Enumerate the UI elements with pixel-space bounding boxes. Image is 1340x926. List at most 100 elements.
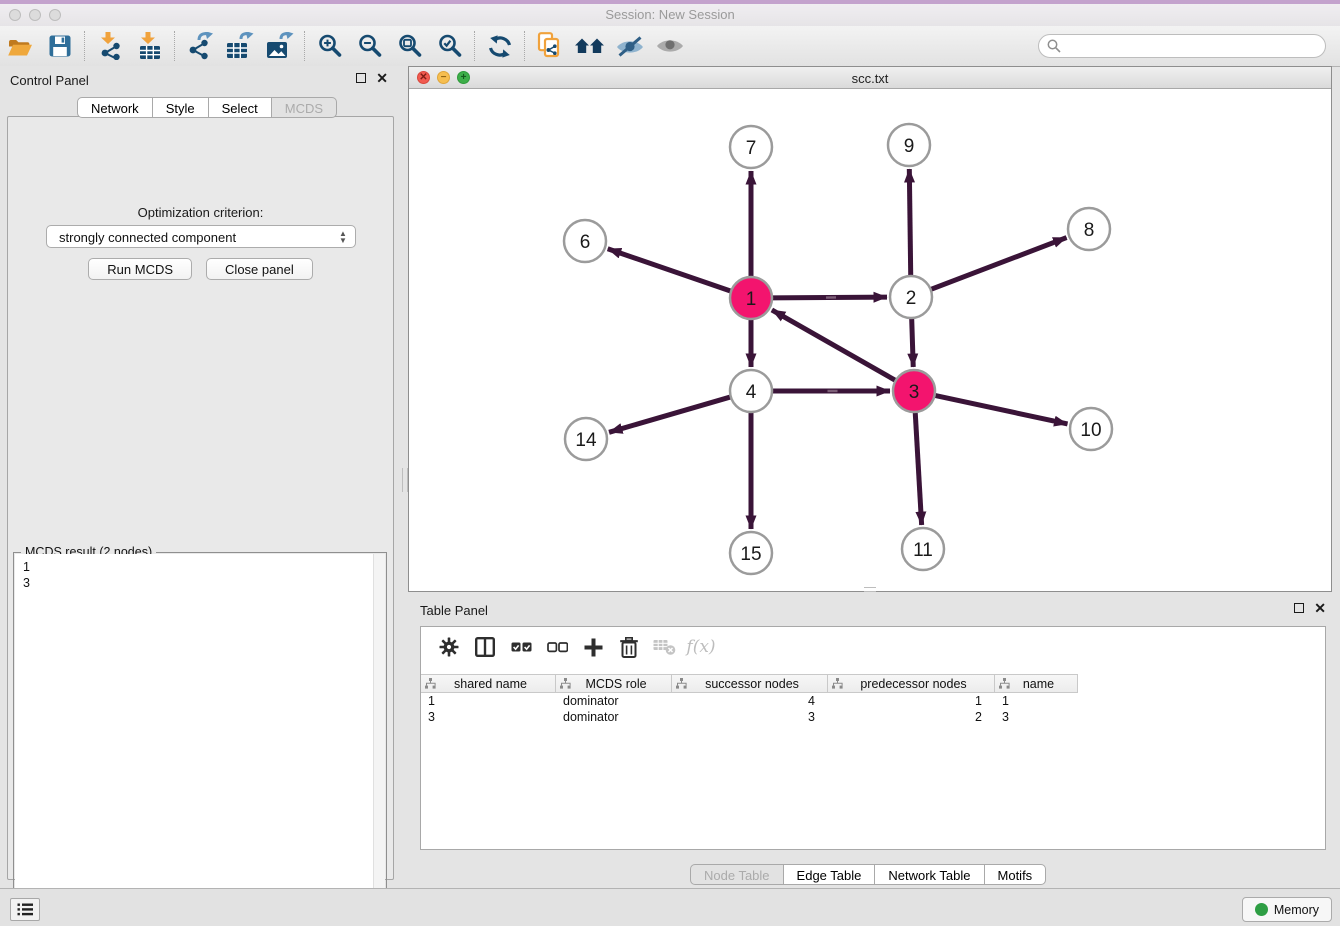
export-image-icon	[266, 32, 294, 60]
column-header-successor-nodes[interactable]: successor nodes	[672, 674, 828, 693]
mcds-result-list[interactable]: 13	[15, 554, 385, 921]
table-cell[interactable]: 1	[995, 693, 1078, 709]
tab-motifs[interactable]: Motifs	[984, 864, 1047, 885]
node-9[interactable]: 9	[888, 124, 930, 166]
toolbar-separator	[474, 31, 476, 61]
node-label: 7	[746, 138, 757, 159]
import-table-button[interactable]	[130, 28, 170, 64]
edge-1-6[interactable]	[608, 249, 733, 292]
memory-status-icon	[1255, 903, 1268, 916]
table-row[interactable]: 3dominator323	[421, 709, 1078, 725]
node-7[interactable]: 7	[730, 126, 772, 168]
table-cell[interactable]: 1	[421, 693, 556, 709]
node-15[interactable]: 15	[730, 532, 772, 574]
create-column-button[interactable]	[575, 630, 611, 664]
edge-3-10[interactable]	[933, 395, 1068, 424]
node-6[interactable]: 6	[564, 220, 606, 262]
criterion-dropdown[interactable]: strongly connected component ▲▼	[46, 225, 356, 248]
delete-table-button[interactable]	[647, 630, 683, 664]
table-cell[interactable]: 3	[421, 709, 556, 725]
edge-2-3[interactable]	[912, 316, 914, 367]
close-table-panel-icon[interactable]: ✕	[1314, 603, 1326, 613]
export-table-button[interactable]	[220, 28, 260, 64]
network-resize-handle[interactable]	[864, 587, 876, 592]
table-settings-button[interactable]	[431, 630, 467, 664]
node-3[interactable]: 3	[893, 370, 935, 412]
table-cell[interactable]: 1	[828, 693, 995, 709]
zoom-out-button[interactable]	[350, 28, 390, 64]
edge-3-1[interactable]	[772, 310, 898, 382]
mcds-result-line: 1	[15, 554, 385, 575]
zoom-in-button[interactable]	[310, 28, 350, 64]
column-header-predecessor-nodes[interactable]: predecessor nodes	[828, 674, 995, 693]
hide-selected-button[interactable]	[610, 28, 650, 64]
save-session-button[interactable]	[40, 28, 80, 64]
column-header-shared-name[interactable]: shared name	[421, 674, 556, 693]
new-network-from-selection-button[interactable]	[530, 28, 570, 64]
node-10[interactable]: 10	[1070, 408, 1112, 450]
result-scrollbar[interactable]	[373, 554, 385, 921]
table-cell[interactable]: dominator	[556, 693, 672, 709]
float-panel-icon[interactable]	[356, 73, 366, 83]
node-2[interactable]: 2	[890, 276, 932, 318]
run-mcds-button[interactable]: Run MCDS	[88, 258, 192, 280]
import-network-button[interactable]	[90, 28, 130, 64]
refresh-button[interactable]	[480, 28, 520, 64]
memory-button[interactable]: Memory	[1242, 897, 1332, 922]
edge-2-8[interactable]	[929, 238, 1067, 291]
zoom-selected-button[interactable]	[430, 28, 470, 64]
table-body: 1dominator4113dominator323	[421, 693, 1078, 725]
close-panel-button[interactable]: Close panel	[206, 258, 313, 280]
tab-style[interactable]: Style	[152, 97, 209, 118]
main-toolbar	[0, 26, 1340, 67]
app-titlebar: Session: New Session	[0, 0, 1340, 27]
graph-canvas[interactable]: 1 2 3 4 6 7 8 9 10 11 14 15	[409, 89, 1331, 591]
table-cell[interactable]: 2	[828, 709, 995, 725]
table-cell[interactable]: 4	[672, 693, 828, 709]
select-all-columns-button[interactable]	[503, 630, 539, 664]
tab-network-table[interactable]: Network Table	[874, 864, 984, 885]
export-table-icon	[226, 32, 254, 60]
node-label: 15	[740, 544, 761, 565]
deselect-all-columns-button[interactable]	[539, 630, 575, 664]
function-builder-button[interactable]: f(x)	[683, 630, 719, 664]
show-all-button[interactable]	[650, 28, 690, 64]
float-table-panel-icon[interactable]	[1294, 603, 1304, 613]
close-panel-icon[interactable]: ✕	[376, 73, 388, 83]
tab-mcds[interactable]: MCDS	[271, 97, 337, 118]
tab-edge-table[interactable]: Edge Table	[783, 864, 876, 885]
tab-select[interactable]: Select	[208, 97, 272, 118]
zoom-fit-button[interactable]	[390, 28, 430, 64]
show-panels-menu-button[interactable]	[10, 898, 40, 921]
table-cell[interactable]: 3	[995, 709, 1078, 725]
column-header-name[interactable]: name	[995, 674, 1078, 693]
column-header-MCDS-role[interactable]: MCDS role	[556, 674, 672, 693]
table-cell[interactable]: 3	[672, 709, 828, 725]
tab-node-table[interactable]: Node Table	[690, 864, 784, 885]
edge-3-11[interactable]	[915, 410, 922, 525]
node-8[interactable]: 8	[1068, 208, 1110, 250]
edge-4-14[interactable]	[609, 396, 733, 432]
node-label: 10	[1080, 420, 1101, 441]
import-table-icon	[138, 32, 162, 60]
column-sort-icon	[425, 678, 436, 689]
network-window-titlebar[interactable]: ✕ − + scc.txt	[409, 67, 1331, 89]
edge-2-9[interactable]	[909, 169, 910, 278]
split-columns-button[interactable]	[467, 630, 503, 664]
node-14[interactable]: 14	[565, 418, 607, 460]
table-cell[interactable]: dominator	[556, 709, 672, 725]
open-session-button[interactable]	[0, 28, 40, 64]
node-4[interactable]: 4	[730, 370, 772, 412]
tab-network[interactable]: Network	[77, 97, 153, 118]
search-input[interactable]	[1038, 34, 1326, 58]
delete-column-button[interactable]	[611, 630, 647, 664]
export-network-button[interactable]	[180, 28, 220, 64]
first-neighbors-button[interactable]	[570, 28, 610, 64]
export-image-button[interactable]	[260, 28, 300, 64]
panel-splitter[interactable]	[400, 66, 408, 888]
node-1[interactable]: 1	[730, 277, 772, 319]
export-network-icon	[186, 32, 214, 60]
node-11[interactable]: 11	[902, 528, 944, 570]
table-row[interactable]: 1dominator411	[421, 693, 1078, 709]
node-label: 1	[746, 289, 757, 310]
